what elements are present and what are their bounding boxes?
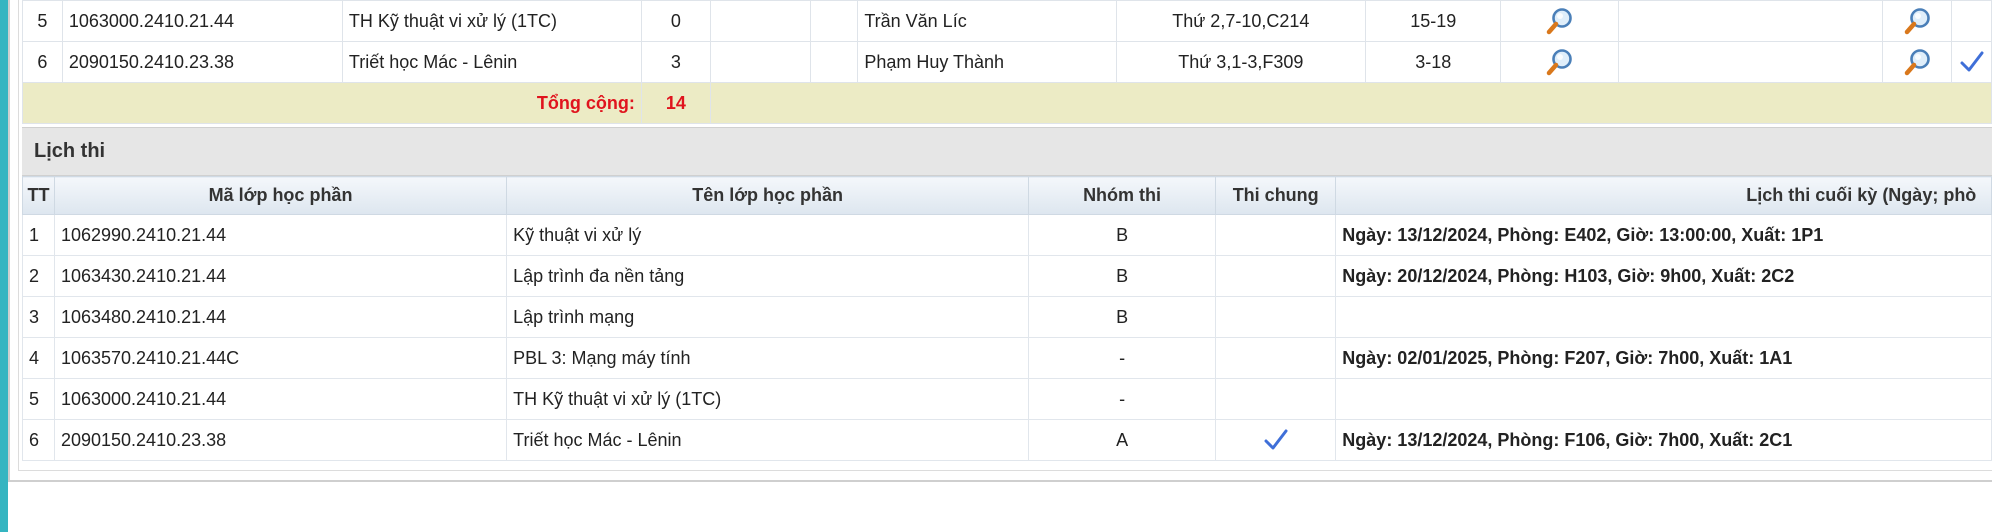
left-accent-bar xyxy=(0,0,8,532)
row-tt: 3 xyxy=(22,296,55,338)
final-exam-schedule: Ngày: 20/12/2024, Phòng: H103, Giờ: 9h00… xyxy=(1335,255,1992,297)
class-code: 1063430.2410.21.44 xyxy=(53,255,508,297)
row-tt: 5 xyxy=(22,0,63,42)
magnifier-icon[interactable] xyxy=(1545,47,1575,77)
class-name: TH Kỹ thuật vi xử lý (1TC) xyxy=(506,378,1030,420)
class-code: 2090150.2410.23.38 xyxy=(53,419,508,461)
header-class-code[interactable]: Mã lớp học phần xyxy=(53,176,508,215)
credits: 3 xyxy=(640,41,712,83)
total-row: Tổng cộng: 14 xyxy=(22,82,1992,124)
total-label: Tổng cộng: xyxy=(22,82,642,124)
registered-class-row: 5 1063000.2410.21.44 TH Kỹ thuật vi xử lý … xyxy=(22,0,1992,42)
total-credits: 14 xyxy=(640,82,712,124)
common-exam xyxy=(1215,214,1337,256)
row-tt: 6 xyxy=(22,41,63,83)
class-name: TH Kỹ thuật vi xử lý (1TC) xyxy=(341,0,642,42)
final-exam-schedule: Ngày: 13/12/2024, Phòng: E402, Giờ: 13:0… xyxy=(1335,214,1992,256)
class-code: 1063000.2410.21.44 xyxy=(53,378,508,420)
magnifier-icon[interactable] xyxy=(1545,6,1575,36)
exam-schedule-table: TT Mã lớp học phần Tên lớp học phần Nhóm… xyxy=(22,176,1992,461)
lecturer: Trần Văn Líc xyxy=(857,0,1117,42)
exam-row: 3 1063480.2410.21.44 Lập trình mạng B xyxy=(22,296,1992,338)
class-code: 1063570.2410.21.44C xyxy=(53,337,508,379)
exam-group: - xyxy=(1028,337,1217,379)
exam-row: 4 1063570.2410.21.44C PBL 3: Mạng máy tính… xyxy=(22,337,1992,379)
class-name: Lập trình đa nền tảng xyxy=(506,255,1030,297)
final-exam-schedule xyxy=(1335,296,1992,338)
exam-schedule-title: Lịch thi xyxy=(34,140,106,162)
class-schedule: Thứ 2,7-10,C214 xyxy=(1115,0,1367,42)
checkmark-icon xyxy=(1959,50,1985,74)
header-common-exam[interactable]: Thi chung xyxy=(1215,176,1337,215)
row-tt: 6 xyxy=(22,419,55,461)
class-name: Triết học Mác - Lênin xyxy=(506,419,1030,461)
checkmark-icon xyxy=(1263,428,1289,452)
exam-schedule-header: Lịch thi xyxy=(22,127,1992,176)
class-code: 1062990.2410.21.44 xyxy=(53,214,508,256)
weeks: 3-18 xyxy=(1365,41,1502,83)
class-name: Lập trình mạng xyxy=(506,296,1030,338)
common-exam xyxy=(1215,378,1337,420)
credits: 0 xyxy=(640,0,712,42)
common-exam xyxy=(1215,296,1337,338)
exam-group: B xyxy=(1028,214,1217,256)
row-tt: 5 xyxy=(22,378,55,420)
header-tt[interactable]: TT xyxy=(22,176,55,215)
common-exam xyxy=(1215,337,1337,379)
class-code: 1063000.2410.21.44 xyxy=(61,0,343,42)
class-name: Triết học Mác - Lênin xyxy=(341,41,642,83)
class-name: Kỹ thuật vi xử lý xyxy=(506,214,1030,256)
common-exam xyxy=(1215,255,1337,297)
header-class-name[interactable]: Tên lớp học phần xyxy=(506,176,1030,215)
exam-group: A xyxy=(1028,419,1217,461)
exam-group: B xyxy=(1028,255,1217,297)
final-exam-schedule: Ngày: 13/12/2024, Phòng: F106, Giờ: 7h00… xyxy=(1335,419,1992,461)
exam-row: 1 1062990.2410.21.44 Kỹ thuật vi xử lý B Ngà… xyxy=(22,214,1992,256)
class-schedule: Thứ 3,1-3,F309 xyxy=(1115,41,1367,83)
class-code: 1063480.2410.21.44 xyxy=(53,296,508,338)
final-exam-schedule xyxy=(1335,378,1992,420)
row-tt: 2 xyxy=(22,255,55,297)
header-final-exam-schedule[interactable]: Lịch thi cuối kỳ (Ngày; phò xyxy=(1335,176,1992,215)
registered-class-row: 6 2090150.2410.23.38 Triết học Mác - Lênin… xyxy=(22,41,1992,83)
final-exam-schedule: Ngày: 02/01/2025, Phòng: F207, Giờ: 7h00… xyxy=(1335,337,1992,379)
exam-row: 2 1063430.2410.21.44 Lập trình đa nền tảng… xyxy=(22,255,1992,297)
exam-row: 5 1063000.2410.21.44 TH Kỹ thuật vi xử lý … xyxy=(22,378,1992,420)
row-tt: 1 xyxy=(22,214,55,256)
magnifier-icon[interactable] xyxy=(1903,47,1933,77)
common-exam xyxy=(1215,419,1337,461)
class-name: PBL 3: Mạng máy tính xyxy=(506,337,1030,379)
exam-row: 6 2090150.2410.23.38 Triết học Mác - Lênin… xyxy=(22,419,1992,461)
weeks: 15-19 xyxy=(1365,0,1502,42)
exam-table-header-row: TT Mã lớp học phần Tên lớp học phần Nhóm… xyxy=(22,176,1992,215)
magnifier-icon[interactable] xyxy=(1903,6,1933,36)
registered-classes-table: 5 1063000.2410.21.44 TH Kỹ thuật vi xử lý … xyxy=(22,0,1992,124)
exam-group: - xyxy=(1028,378,1217,420)
exam-group: B xyxy=(1028,296,1217,338)
class-code: 2090150.2410.23.38 xyxy=(61,41,343,83)
row-tt: 4 xyxy=(22,337,55,379)
lecturer: Phạm Huy Thành xyxy=(857,41,1117,83)
header-exam-group[interactable]: Nhóm thi xyxy=(1028,176,1217,215)
